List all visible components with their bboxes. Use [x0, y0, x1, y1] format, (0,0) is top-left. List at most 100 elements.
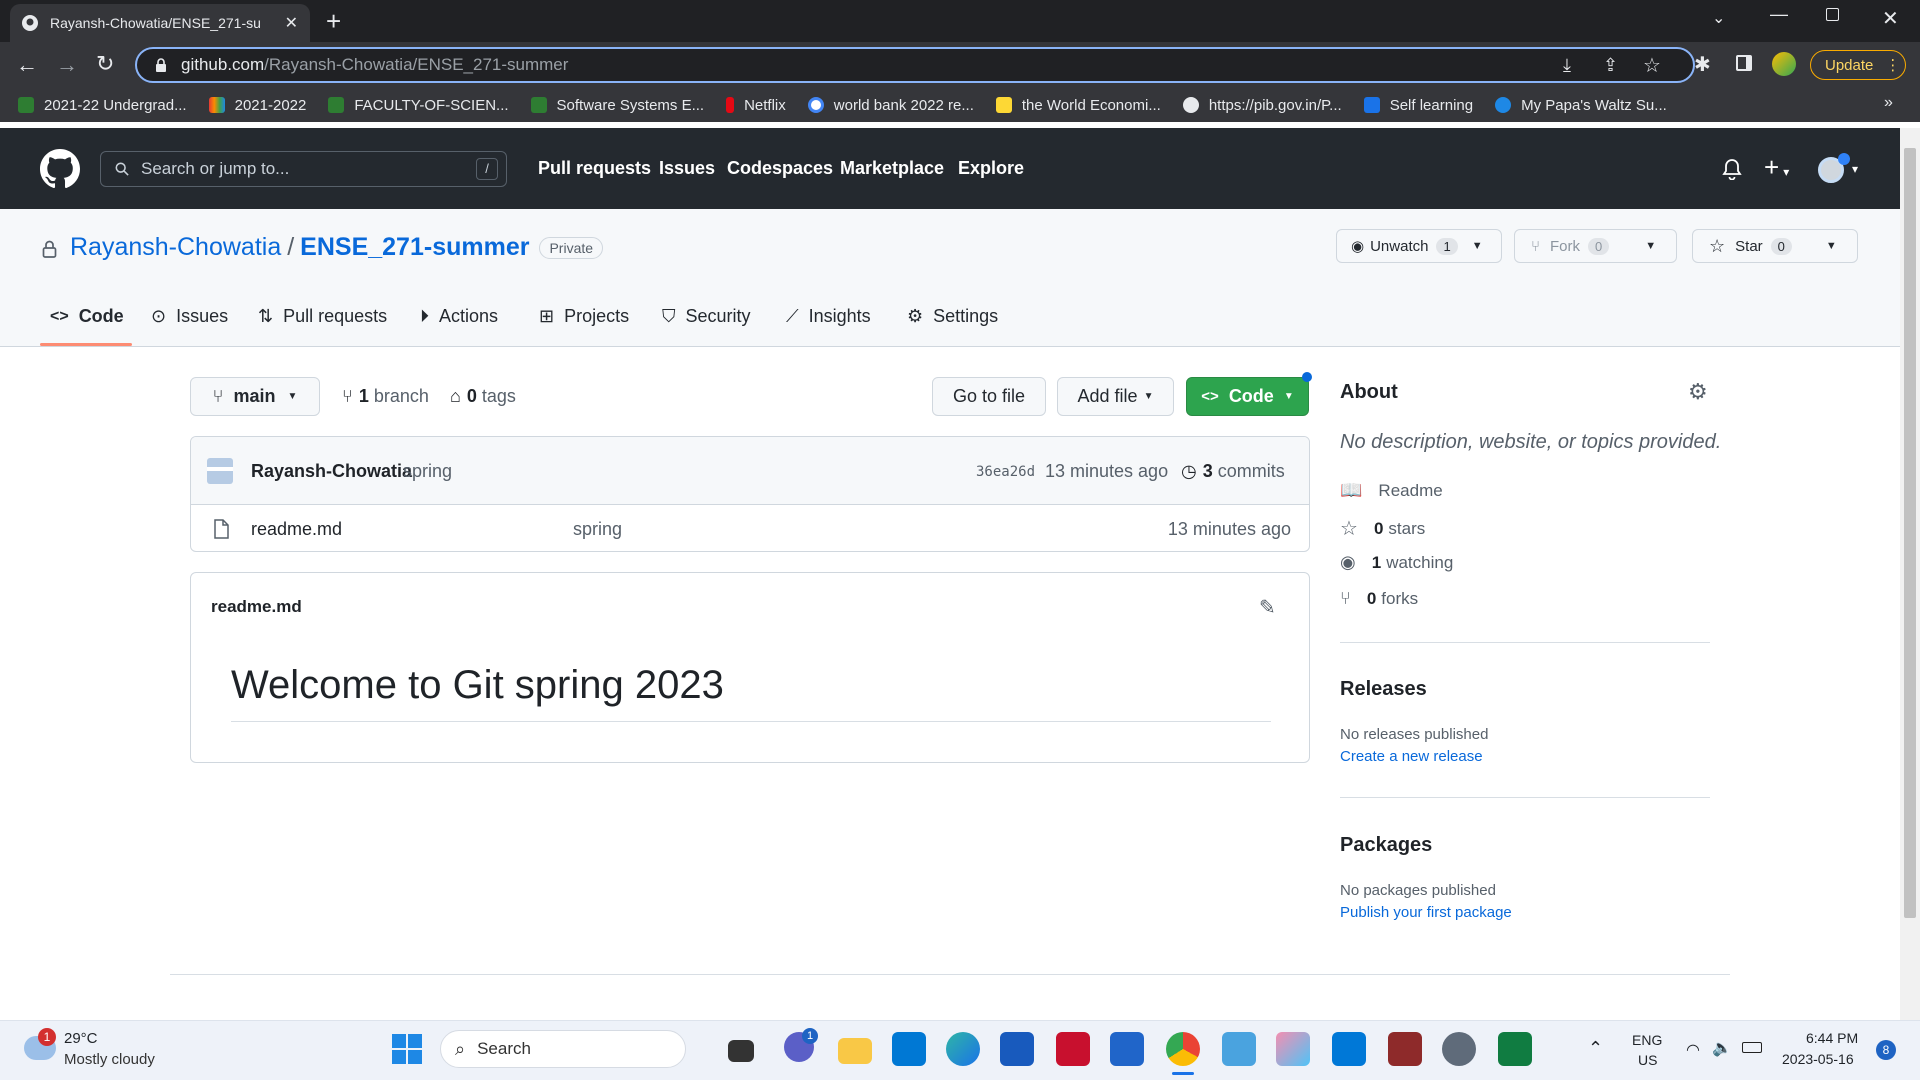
input-region[interactable]: US: [1638, 1052, 1657, 1068]
excel-icon[interactable]: [1498, 1032, 1532, 1066]
store-icon[interactable]: [1110, 1032, 1144, 1066]
file-name[interactable]: readme.md: [251, 519, 342, 540]
tab-insights[interactable]: ⟋ Insights: [786, 306, 871, 327]
readme-link[interactable]: 📖 Readme: [1340, 480, 1443, 501]
unwatch-button[interactable]: ◉ Unwatch 1 ▼: [1336, 229, 1502, 263]
show-hidden-icons[interactable]: ⌃: [1588, 1038, 1603, 1059]
watching-link[interactable]: ◉ 1 watching: [1340, 552, 1453, 573]
notification-count[interactable]: 8: [1876, 1040, 1896, 1060]
forks-link[interactable]: ⑂ 0 forks: [1340, 588, 1418, 609]
battery-icon[interactable]: [1742, 1042, 1762, 1053]
packages-title[interactable]: Packages: [1340, 834, 1432, 857]
go-to-file-button[interactable]: Go to file: [932, 377, 1046, 416]
author-avatar[interactable]: [207, 458, 233, 484]
bookmark-item[interactable]: world bank 2022 re...: [807, 97, 974, 114]
bookmark-item[interactable]: 2021-22 Undergrad...: [18, 97, 187, 114]
code-button[interactable]: <> Code ▼: [1186, 377, 1309, 416]
back-icon[interactable]: ←: [16, 52, 38, 78]
fork-caret-icon[interactable]: ▼: [1645, 240, 1656, 252]
clock-date[interactable]: 2023-05-16: [1782, 1051, 1854, 1067]
bookmark-item[interactable]: https://pib.gov.in/P...: [1182, 97, 1342, 114]
readme-filename[interactable]: readme.md: [211, 597, 302, 617]
search-input[interactable]: Search or jump to... /: [100, 151, 507, 187]
bookmark-item[interactable]: the World Economi...: [995, 97, 1161, 114]
create-release-link[interactable]: Create a new release: [1340, 748, 1483, 765]
scrollbar-thumb[interactable]: [1904, 148, 1916, 918]
reload-icon[interactable]: ↻: [96, 51, 114, 77]
tab-close-icon[interactable]: ✕: [285, 13, 298, 33]
clock-time[interactable]: 6:44 PM: [1806, 1030, 1858, 1046]
close-window-icon[interactable]: ✕: [1882, 6, 1899, 31]
releases-title[interactable]: Releases: [1340, 678, 1427, 701]
nav-codespaces[interactable]: Codespaces: [727, 158, 833, 179]
cortana-icon[interactable]: [892, 1032, 926, 1066]
bookmark-item[interactable]: 2021-2022: [208, 97, 306, 114]
profile-avatar[interactable]: [1772, 52, 1796, 76]
star-caret-icon[interactable]: ▼: [1826, 240, 1837, 252]
commits-link[interactable]: ◷ 3 commits: [1181, 461, 1285, 482]
winrar-icon[interactable]: [1388, 1032, 1422, 1066]
extensions-icon[interactable]: ✱: [1694, 52, 1711, 77]
create-new-icon[interactable]: + ▾: [1764, 152, 1789, 183]
nav-marketplace[interactable]: Marketplace: [840, 158, 944, 179]
fork-button[interactable]: ⑂ Fork 0 ▼: [1514, 229, 1677, 263]
windows-start-icon[interactable]: [392, 1034, 422, 1064]
tab-pull-requests[interactable]: ⇅ Pull requests: [258, 306, 387, 327]
tool-icon[interactable]: [1276, 1032, 1310, 1066]
mcafee-icon[interactable]: [1056, 1032, 1090, 1066]
bookmark-item[interactable]: Self learning: [1363, 97, 1473, 114]
stars-link[interactable]: ☆ 0 stars: [1340, 516, 1425, 541]
bookmark-star-icon[interactable]: ☆: [1643, 53, 1661, 78]
share-icon[interactable]: ⇪: [1603, 55, 1618, 76]
notifications-bell-icon[interactable]: [1722, 158, 1742, 180]
forward-icon[interactable]: →: [56, 52, 78, 78]
page-scrollbar[interactable]: [1900, 128, 1920, 1020]
nav-pull-requests[interactable]: Pull requests: [538, 158, 651, 179]
bookmark-item[interactable]: Netflix: [726, 97, 786, 114]
tab-projects[interactable]: ⊞ Projects: [539, 306, 629, 327]
wifi-icon[interactable]: ◠: [1686, 1040, 1700, 1060]
input-language[interactable]: ENG: [1632, 1032, 1662, 1048]
branch-count-link[interactable]: ⑂ 1 branch: [342, 386, 429, 407]
bookmark-item[interactable]: Software Systems E...: [530, 97, 704, 114]
install-icon[interactable]: ⤓: [1563, 55, 1571, 76]
tags-link[interactable]: ⌂ 0 tags: [450, 386, 516, 407]
taskbar-search[interactable]: ⌕ Search: [440, 1030, 686, 1068]
file-row[interactable]: readme.md spring 13 minutes ago: [191, 505, 1309, 551]
nav-explore[interactable]: Explore: [958, 158, 1024, 179]
volume-icon[interactable]: 🔈: [1712, 1038, 1732, 1058]
file-commit-message[interactable]: spring: [573, 519, 622, 540]
tab-code[interactable]: <> Code: [50, 306, 124, 327]
nav-issues[interactable]: Issues: [659, 158, 715, 179]
restore-icon[interactable]: [1826, 8, 1839, 21]
vscode-icon[interactable]: [1332, 1032, 1366, 1066]
settings-icon[interactable]: [1442, 1032, 1476, 1066]
new-tab-icon[interactable]: +: [326, 6, 341, 37]
add-file-button[interactable]: Add file ▼: [1057, 377, 1174, 416]
tab-actions[interactable]: ⏵ Actions: [420, 306, 498, 327]
update-button[interactable]: Update ⋮: [1810, 50, 1906, 80]
bookmarks-overflow-icon[interactable]: »: [1884, 94, 1893, 112]
commit-message[interactable]: spring: [403, 461, 452, 482]
bookmark-item[interactable]: My Papa's Waltz Su...: [1495, 97, 1667, 114]
browser-tab[interactable]: Rayansh-Chowatia/ENSE_271-su ✕: [10, 4, 310, 42]
commit-hash[interactable]: 36ea26d: [976, 464, 1035, 480]
github-logo-icon[interactable]: [40, 149, 80, 189]
commit-author[interactable]: Rayansh-Chowatia: [251, 461, 412, 482]
chrome-icon[interactable]: [1166, 1032, 1200, 1066]
star-button[interactable]: ☆ Star 0 ▼: [1692, 229, 1858, 263]
repo-name-link[interactable]: ENSE_271-summer: [300, 233, 529, 262]
task-view-icon[interactable]: [728, 1040, 754, 1062]
avatar-caret-icon[interactable]: ▾: [1852, 162, 1858, 176]
minimize-icon[interactable]: —: [1770, 4, 1788, 25]
bookmark-item[interactable]: FACULTY-OF-SCIEN...: [328, 97, 509, 114]
edit-pencil-icon[interactable]: ✎: [1259, 595, 1276, 620]
file-explorer-icon[interactable]: [838, 1038, 872, 1064]
about-settings-gear-icon[interactable]: ⚙: [1688, 379, 1708, 405]
notepad-icon[interactable]: [1222, 1032, 1256, 1066]
unwatch-caret-icon[interactable]: ▼: [1472, 240, 1483, 252]
repo-owner-link[interactable]: Rayansh-Chowatia: [70, 233, 281, 262]
tab-security[interactable]: ⛉ Security: [662, 306, 751, 327]
tab-settings[interactable]: ⚙ Settings: [907, 306, 998, 327]
publish-package-link[interactable]: Publish your first package: [1340, 904, 1512, 921]
